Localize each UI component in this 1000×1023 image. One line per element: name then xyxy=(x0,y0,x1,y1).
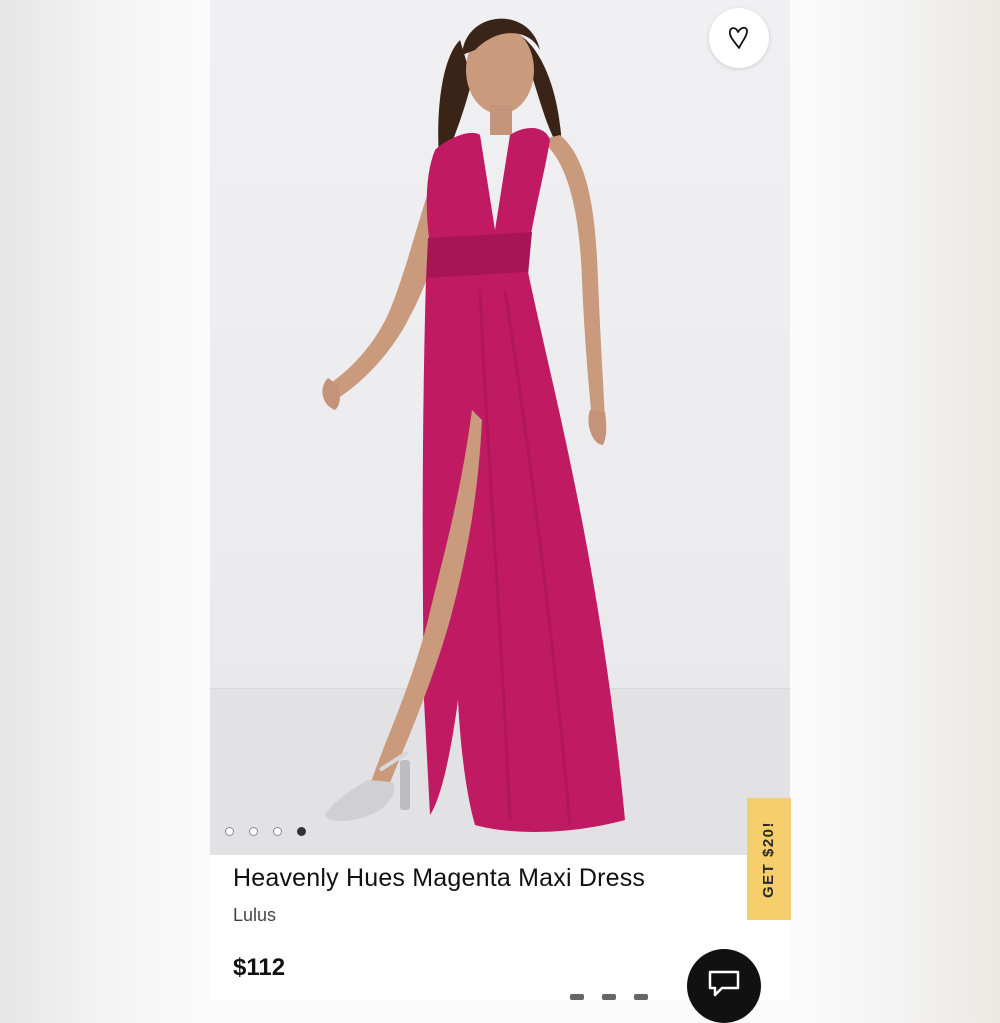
image-dot-2[interactable] xyxy=(249,827,258,836)
product-brand[interactable]: Lulus xyxy=(233,905,276,926)
product-card: Heavenly Hues Magenta Maxi Dress Lulus $… xyxy=(210,0,790,1000)
favorite-button[interactable] xyxy=(709,8,769,68)
promo-tab[interactable]: GET $20! xyxy=(747,798,791,920)
product-price: $112 xyxy=(233,954,286,981)
model-illustration xyxy=(322,18,625,832)
text-fragment xyxy=(634,994,648,1000)
text-fragment xyxy=(570,994,584,1000)
product-image[interactable] xyxy=(210,0,790,855)
image-dot-4[interactable] xyxy=(297,827,306,836)
image-pagination xyxy=(225,827,306,836)
heart-icon xyxy=(728,26,748,49)
promo-label: GET $20! xyxy=(760,820,778,898)
chat-button[interactable] xyxy=(687,949,761,1023)
chat-bubble-icon xyxy=(708,970,740,997)
image-dot-3[interactable] xyxy=(273,827,282,836)
text-fragment xyxy=(602,994,616,1000)
truncated-bottom-text xyxy=(570,994,648,1000)
product-title[interactable]: Heavenly Hues Magenta Maxi Dress xyxy=(233,864,645,893)
image-dot-1[interactable] xyxy=(225,827,234,836)
